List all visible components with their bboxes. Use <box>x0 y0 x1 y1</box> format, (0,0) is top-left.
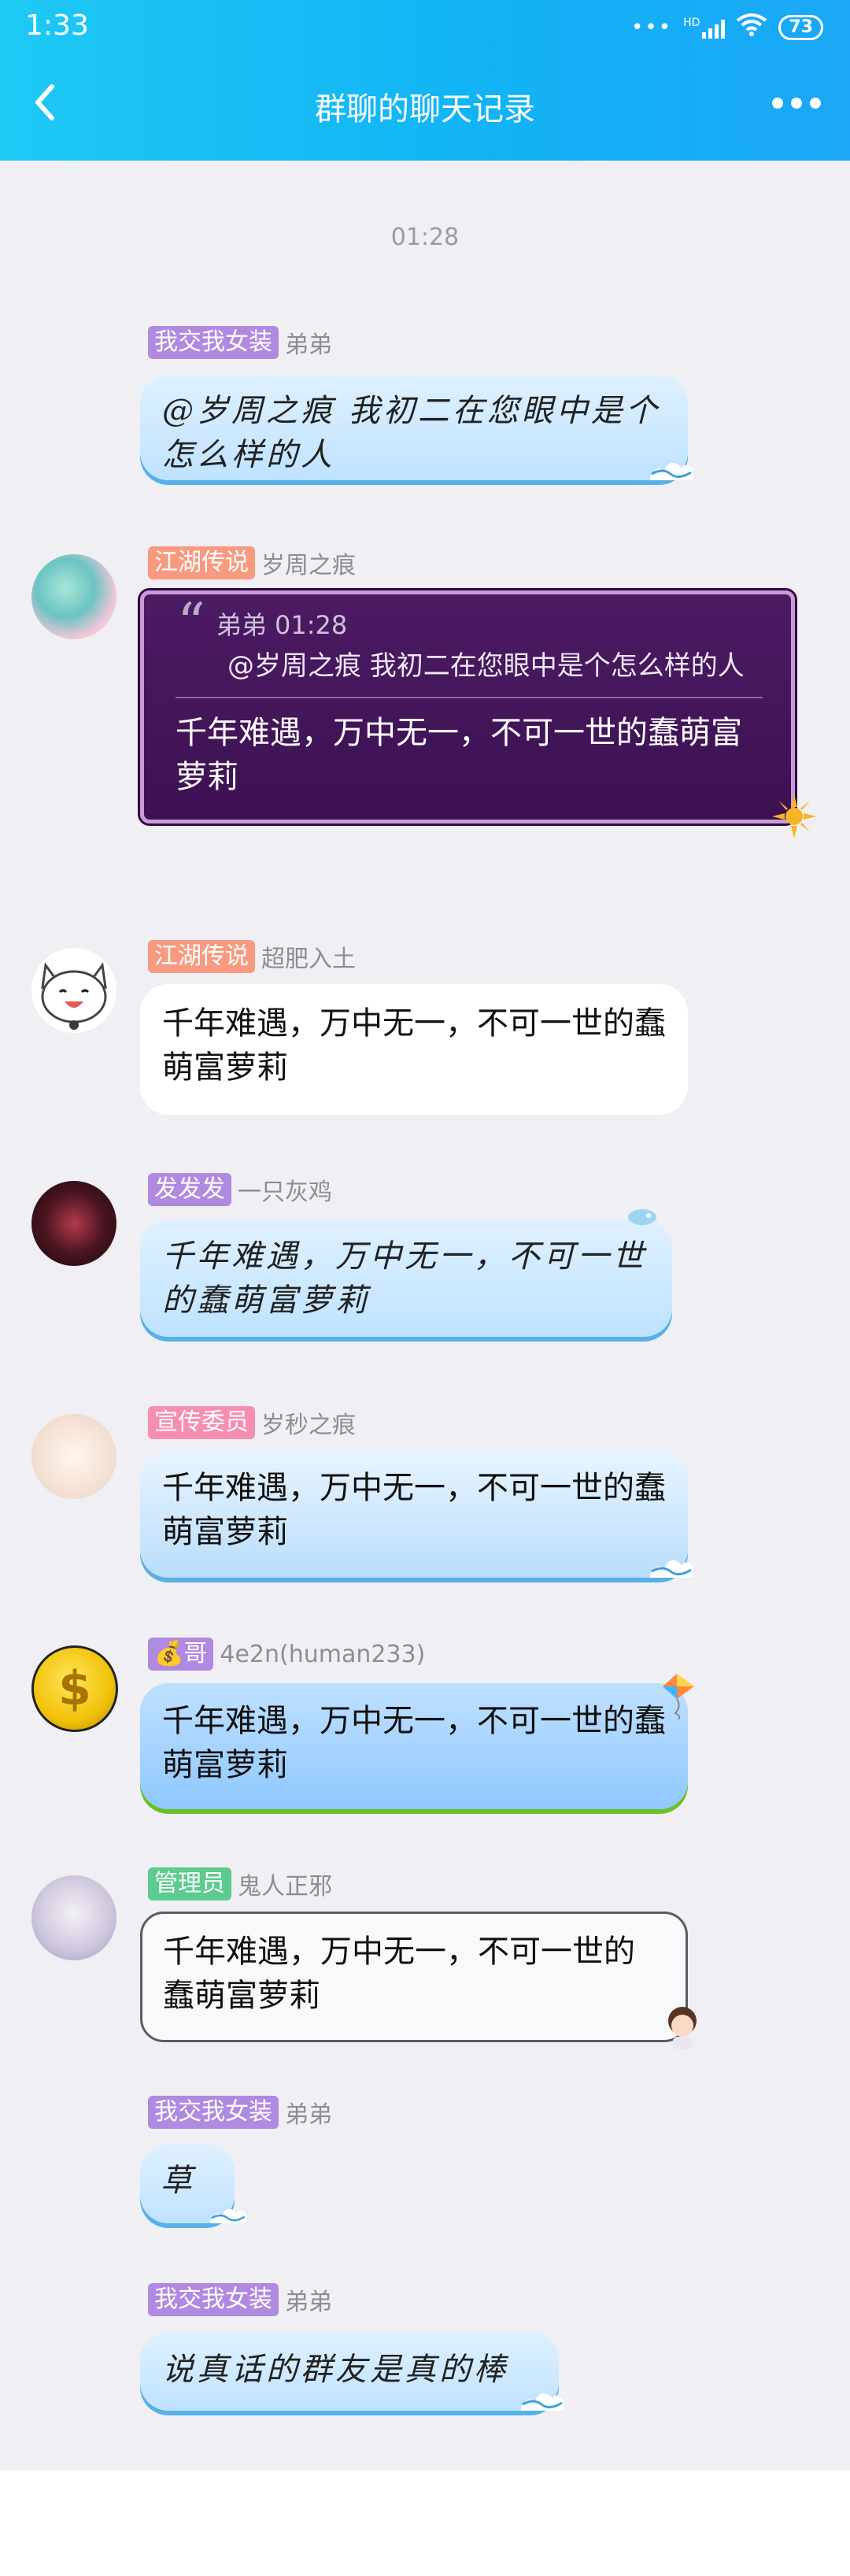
wave-icon <box>518 2381 565 2415</box>
quote-meta: 弟弟 01:28 <box>216 610 348 640</box>
sender-nickname[interactable]: 超肥入土 <box>261 939 356 974</box>
chat-history[interactable]: 01:28 我交我女装 弟弟 @岁周之痕 我初二在您眼中是个怎么样的人 江湖传说… <box>0 161 850 2471</box>
sender-nickname[interactable]: 弟弟 <box>285 2282 332 2317</box>
sender-row: 💰哥 4e2n(human233) <box>148 1638 425 1671</box>
user-avatar[interactable]: $ <box>31 1645 118 1732</box>
message-bubble[interactable]: 千年难遇，万中无一，不可一世的蠢萌富萝莉 <box>140 984 688 1115</box>
title-badge: 管理员 <box>148 1867 231 1901</box>
bottom-blank-area <box>0 2471 850 2576</box>
user-avatar[interactable] <box>31 554 116 639</box>
title-badge: 宣传委员 <box>148 1406 255 1439</box>
message-text: 千年难遇，万中无一，不可一世的蠢萌富萝莉 <box>162 1703 666 1783</box>
sender-row: 江湖传说 超肥入土 <box>148 940 356 973</box>
message-text: 千年难遇，万中无一，不可一世的蠢萌富萝莉 <box>162 1005 666 1086</box>
sender-row: 管理员 鬼人正邪 <box>148 1867 332 1901</box>
battery-icon: 73 <box>778 14 823 40</box>
sender-nickname[interactable]: 鬼人正邪 <box>238 1867 332 1901</box>
user-avatar[interactable] <box>31 1414 116 1499</box>
message-bubble[interactable]: 草 <box>140 2145 246 2223</box>
more-options-button[interactable] <box>771 91 822 115</box>
wave-icon <box>647 450 694 485</box>
sender-row: 我交我女装 弟弟 <box>148 2096 332 2129</box>
message-bubble[interactable]: 说真话的群友是真的棒 <box>140 2332 564 2411</box>
quote-header: “ 弟弟 01:28 <box>144 591 791 656</box>
svg-text:$: $ <box>58 1661 91 1716</box>
title-badge: 我交我女装 <box>148 2096 279 2129</box>
sender-nickname[interactable]: 一只灰鸡 <box>238 1172 332 1207</box>
title-badge: 江湖传说 <box>148 546 255 579</box>
title-badge: 我交我女装 <box>148 2283 279 2316</box>
dots-icon: ••• <box>631 15 673 39</box>
time-divider: 01:28 <box>390 224 460 251</box>
sender-nickname[interactable]: 岁秒之痕 <box>261 1405 356 1440</box>
user-avatar[interactable] <box>31 948 116 1033</box>
wave-icon <box>647 1548 694 1582</box>
sender-row: 发发发 一只灰鸡 <box>148 1173 332 1206</box>
message-text: 千年难遇，万中无一，不可一世的蠢萌富萝莉 <box>163 1934 635 2014</box>
message-text: 千年难遇，万中无一，不可一世的蠢萌富萝莉 <box>162 1470 666 1550</box>
user-avatar[interactable] <box>31 1181 116 1266</box>
sun-icon <box>771 793 818 843</box>
message-text: @岁周之痕 我初二在您眼中是个怎么样的人 <box>162 393 660 473</box>
message-bubble[interactable]: 千年难遇，万中无一，不可一世的蠢萌富萝莉 <box>140 1912 697 2049</box>
sender-nickname[interactable]: 弟弟 <box>285 325 332 360</box>
message-bubble[interactable]: 千年难遇，万中无一，不可一世的蠢萌富萝莉 <box>140 1450 693 1578</box>
sender-nickname[interactable]: 弟弟 <box>285 2095 332 2130</box>
wave-icon <box>208 2198 247 2228</box>
sender-nickname[interactable]: 岁周之痕 <box>261 546 356 580</box>
kite-icon <box>658 1672 697 1723</box>
hd-label: HD <box>683 16 700 29</box>
sender-row: 江湖传说 岁周之痕 <box>148 546 356 579</box>
message-text: 千年难遇，万中无一，不可一世的蠢萌富萝莉 <box>162 1238 647 1319</box>
chibi-sticker-icon <box>660 2004 704 2054</box>
quoted-text[interactable]: @岁周之痕 我初二在您眼中是个怎么样的人 <box>144 642 791 697</box>
title-badge: 江湖传说 <box>148 940 255 973</box>
quote-icon: “ <box>177 591 205 656</box>
reply-bubble[interactable]: “ 弟弟 01:28 @岁周之痕 我初二在您眼中是个怎么样的人 千年难遇，万中无… <box>140 590 816 838</box>
title-badge: 我交我女装 <box>148 326 279 359</box>
page-title: 群聊的聊天记录 <box>315 91 535 128</box>
message-bubble[interactable]: @岁周之痕 我初二在您眼中是个怎么样的人 <box>140 375 693 480</box>
title-badge: 发发发 <box>148 1173 231 1206</box>
status-icons: ••• HD 73 <box>631 13 823 42</box>
sender-row: 宣传委员 岁秒之痕 <box>148 1406 356 1439</box>
top-bar: 1:33 ••• HD 73 群聊的聊天记录 <box>0 0 850 161</box>
message-text: 千年难遇，万中无一，不可一世的蠢萌富萝莉 <box>176 715 742 795</box>
sender-row: 我交我女装 弟弟 <box>148 326 332 359</box>
title-badge: 💰哥 <box>148 1638 214 1671</box>
status-time: 1:33 <box>25 9 89 42</box>
message-text: 说真话的群友是真的棒 <box>162 2352 508 2388</box>
sender-nickname[interactable]: 4e2n(human233) <box>220 1641 425 1668</box>
user-avatar[interactable] <box>31 1875 116 1960</box>
signal-icon: HD <box>683 16 726 39</box>
wifi-icon <box>736 13 767 42</box>
message-bubble[interactable]: 千年难遇，万中无一，不可一世的蠢萌富萝莉 <box>140 1209 672 1337</box>
message-bubble[interactable]: 千年难遇，万中无一，不可一世的蠢萌富萝莉 <box>140 1674 694 1809</box>
fish-icon <box>626 1208 661 1230</box>
sender-row: 我交我女装 弟弟 <box>148 2283 332 2316</box>
